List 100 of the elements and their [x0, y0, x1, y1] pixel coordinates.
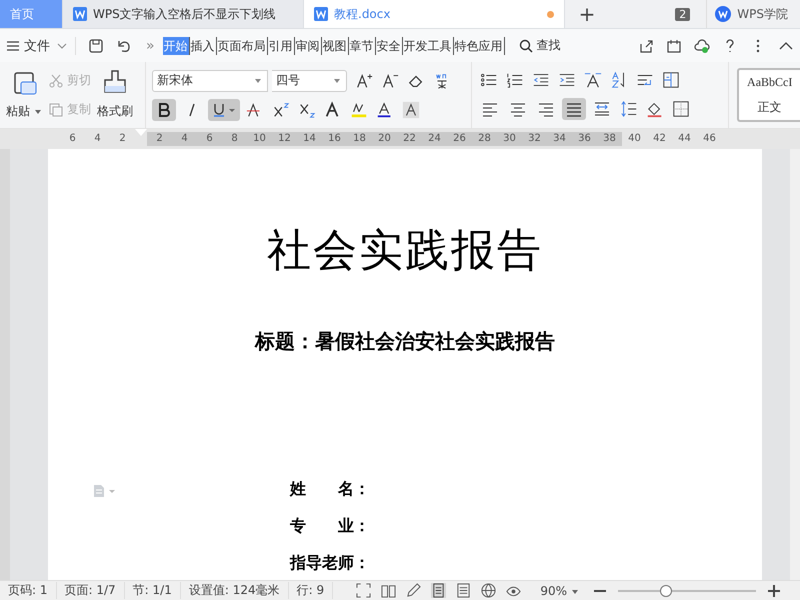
window-count[interactable]: 2	[675, 8, 690, 20]
ruler-number: 2	[147, 132, 172, 146]
ruler-number: 30	[497, 132, 522, 146]
fullscreen-icon[interactable]	[356, 583, 372, 598]
ruler-number: 12	[272, 132, 297, 146]
document-tab[interactable]: 教程.docx	[304, 0, 565, 28]
font-family-field[interactable]: 新宋体	[152, 70, 268, 92]
field-label: 专 业：	[290, 516, 370, 537]
status-item: 行: 9	[288, 582, 334, 599]
page-view-icon[interactable]	[431, 583, 446, 598]
document-tab[interactable]: WPS文字输入空格后不显示下划线	[63, 0, 304, 28]
writer-icon	[314, 7, 328, 21]
font-size-field[interactable]: 四号	[272, 70, 347, 92]
ruler-number: 4	[172, 132, 197, 146]
ruler-number: 40	[627, 132, 642, 146]
pencil-icon[interactable]	[406, 583, 422, 598]
share-icon[interactable]	[638, 38, 654, 54]
style-name: 正文	[758, 98, 782, 116]
search-button[interactable]: 查找	[518, 37, 561, 54]
ruler-number: 24	[422, 132, 447, 146]
bold-icon	[156, 102, 171, 116]
ruler-number: 20	[372, 132, 397, 146]
new-tab-button[interactable]: +	[565, 0, 609, 28]
text-box-icon[interactable]	[662, 70, 680, 88]
status-item: 节: 1/1	[124, 582, 181, 599]
ruler-number: 32	[522, 132, 547, 146]
ribbon-tab[interactable]: 安全	[376, 36, 403, 54]
highlight-icon[interactable]	[350, 100, 368, 118]
globe-icon[interactable]	[481, 583, 496, 598]
format-painter-button[interactable]: 格式刷	[95, 66, 135, 124]
copy-icon	[49, 102, 63, 116]
ruler-number: 36	[572, 132, 597, 146]
ruler-number: 16	[322, 132, 347, 146]
status-item: 页面: 1/7	[56, 582, 125, 599]
ribbon-tab[interactable]: 审阅	[294, 36, 322, 54]
align-left-icon	[482, 100, 498, 116]
character-shading-icon[interactable]	[402, 100, 420, 118]
ruler-number: 10	[247, 132, 272, 146]
ruler-number: 22	[397, 132, 422, 146]
search-icon	[518, 38, 533, 52]
style-preview: AaBbCcI	[747, 74, 792, 90]
scissors-icon	[49, 74, 63, 88]
ribbon-tab[interactable]: 页面布局	[216, 36, 268, 54]
ruler-number: 46	[702, 132, 717, 146]
writer-icon	[73, 7, 87, 21]
document-subtitle: 标题：暑假社会治安社会实践报告	[255, 330, 555, 355]
zoom-dropdown[interactable]: 90%	[540, 584, 580, 598]
field-label: 指导老师：	[290, 554, 370, 574]
book-icon[interactable]	[381, 583, 396, 598]
align-right-icon	[538, 100, 554, 116]
menu-icon	[6, 40, 20, 52]
ribbon-tab[interactable]: 引用	[268, 36, 295, 54]
superscript-icon[interactable]	[272, 100, 290, 118]
account-logo-icon	[715, 6, 732, 22]
ribbon-tab[interactable]: 插入	[190, 36, 217, 54]
zoom-slider-thumb[interactable]	[660, 584, 672, 596]
paste-button[interactable]: 粘贴	[4, 66, 45, 124]
ruler-number: 6	[197, 132, 222, 146]
ribbon-tab[interactable]: 特色应用	[454, 36, 505, 54]
borders-icon[interactable]	[672, 100, 690, 118]
justify-button[interactable]	[562, 98, 586, 120]
file-menu[interactable]: 文件	[4, 36, 76, 54]
ruler-number: 6	[68, 132, 77, 146]
save-icon[interactable]	[88, 38, 104, 54]
justify-icon	[566, 100, 582, 116]
underline-button[interactable]	[208, 98, 240, 120]
document-title: 社会实践报告	[267, 225, 543, 277]
ruler-number: 28	[472, 132, 497, 146]
status-item: 页码: 1	[0, 582, 56, 599]
field-label: 姓 名：	[290, 480, 370, 500]
caret-icon	[332, 78, 342, 84]
tab-label: WPS文字输入空格后不显示下划线	[93, 6, 277, 22]
distribute-icon	[594, 100, 610, 116]
grow-font-icon[interactable]	[354, 72, 373, 90]
ribbon-tab[interactable]: 章节	[348, 36, 376, 54]
ruler-number: 44	[677, 132, 692, 146]
numbered-list-icon[interactable]	[506, 70, 524, 88]
shrink-font-icon[interactable]	[380, 72, 399, 90]
ribbon-tab[interactable]: 视图	[322, 36, 349, 54]
underline-icon	[212, 102, 236, 116]
caret-icon	[252, 78, 263, 84]
tab-label: 首页	[10, 6, 35, 22]
outline-icon[interactable]	[456, 583, 472, 598]
line-spacing-icon[interactable]	[620, 100, 638, 118]
character-spacing-icon[interactable]	[584, 70, 602, 88]
chevron-icon	[57, 42, 67, 48]
ruler-number: 34	[547, 132, 572, 146]
ruler-number: 38	[597, 132, 622, 146]
ruler-number: 14	[297, 132, 322, 146]
tab-label: 教程.docx	[334, 6, 392, 22]
align-center-icon	[510, 100, 526, 116]
account-button[interactable]: WPS学院	[706, 0, 800, 28]
ruler-number: 2	[118, 132, 127, 146]
cloud-icon[interactable]	[694, 38, 710, 54]
caret-icon	[33, 108, 43, 114]
style-gallery-item[interactable]: AaBbCcI 正文	[737, 68, 800, 122]
bold-button[interactable]	[152, 98, 176, 120]
ribbon-tab[interactable]: 开发工具	[402, 36, 454, 54]
ruler-number: 18	[347, 132, 372, 146]
ruler-number: 4	[93, 132, 102, 146]
